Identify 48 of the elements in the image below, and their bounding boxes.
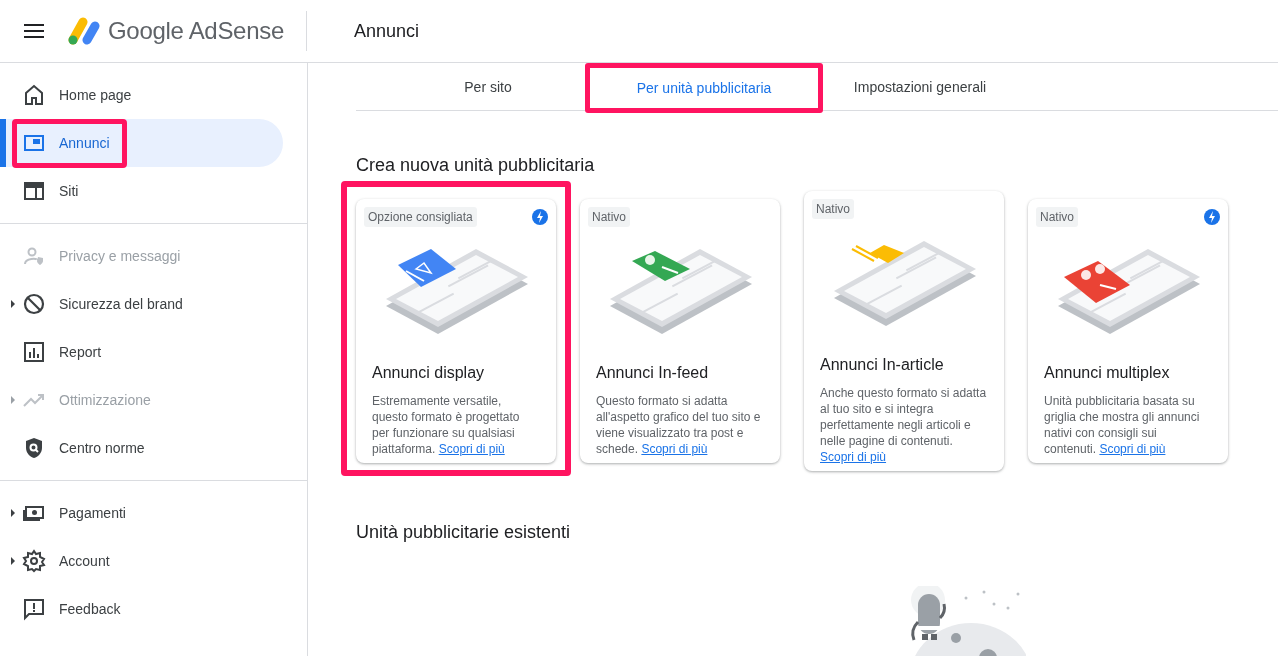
caret-icon: [11, 396, 15, 404]
home-icon: [22, 83, 46, 107]
sidebar-item[interactable]: Sicurezza del brand: [0, 280, 283, 328]
format-tag: Nativo: [588, 207, 630, 227]
card-description: Anche questo formato si adatta al tuo sito e si integra perfettamente negli articoli e nelle pagine di contenuti. Scopri di più: [820, 385, 988, 465]
caret-icon: [11, 557, 15, 565]
card-title: Annunci multiplex: [1044, 363, 1171, 383]
format-tag: Opzione consigliata: [364, 207, 477, 227]
learn-more-link[interactable]: Scopri di più: [438, 442, 505, 456]
tab[interactable]: Per unità pubblicitaria: [585, 63, 823, 113]
card-description: Estremamente versatile, questo formato è progettato per funzionare su qualsiasi piattaforma. Scopri di più: [372, 393, 521, 457]
section-heading: Unità pubblicitarie esistenti: [356, 521, 572, 544]
format-tag: Nativo: [1036, 207, 1078, 227]
learn-more-link[interactable]: Scopri di più: [820, 450, 887, 464]
sidebar-item[interactable]: Account: [0, 537, 283, 585]
ad-format-card[interactable]: Nativo Annunci In-article Anche questo formato si adatta al tuo sito e si integra perfettamente negli articoli e nelle pagine di contenuti. Scopri di più: [804, 191, 1004, 471]
sidebar-item[interactable]: Annunci: [0, 119, 283, 167]
sidebar-item[interactable]: Report: [0, 328, 283, 376]
prohibited-icon: [22, 292, 46, 316]
format-tag: Nativo: [812, 199, 854, 219]
card-title: Annunci display: [372, 363, 486, 383]
menu-icon[interactable]: [24, 24, 44, 38]
card-title: Annunci In-article: [820, 355, 945, 375]
ad-format-card[interactable]: Nativo Annunci In-feed Questo formato si adatta all'aspetto grafico del tuo sito e viene visualizzato tra post e schede. Scopri di più: [580, 199, 780, 463]
sidebar-item[interactable]: Centro norme: [0, 424, 283, 472]
learn-more-link[interactable]: Scopri di più: [1099, 442, 1166, 456]
page-title: Annunci: [353, 19, 419, 43]
bar-chart-icon: [22, 340, 46, 364]
logo-icon: [66, 16, 100, 46]
settings-icon: [22, 549, 46, 573]
card-description: Questo formato si adatta all'aspetto grafico del tuo sito e viene visualizzato tra post e schede. Scopri di più: [596, 393, 762, 457]
sidebar-item[interactable]: Siti: [0, 167, 283, 215]
learn-more-link[interactable]: Scopri di più: [641, 442, 708, 456]
lightning-icon: [1204, 207, 1220, 225]
brand-name: Google AdSense: [108, 16, 284, 46]
layout-icon: [22, 179, 46, 203]
sidebar-item[interactable]: Pagamenti: [0, 489, 283, 537]
caret-icon: [11, 509, 15, 517]
section-heading: Crea nuova unità pubblicitaria: [356, 154, 596, 177]
feedback-icon: [22, 597, 46, 621]
sidebar-item[interactable]: Feedback: [0, 585, 283, 633]
caret-icon: [11, 300, 15, 308]
card-title: Annunci In-feed: [596, 363, 710, 383]
card-description: Unità pubblicitaria basata su griglia che mostra gli annunci nativi con consigli sui contenuti. Scopri di più: [1044, 393, 1201, 457]
ad-format-card[interactable]: Nativo Annunci multiplex Unità pubblicitaria basata su griglia che mostra gli annunci nativi con consigli sui contenuti. Scopri di più: [1028, 199, 1228, 463]
ad-format-card[interactable]: Opzione consigliata Annunci display Estremamente versatile, questo formato è progettato per funzionare su qualsiasi piattaforma. Scopri di più: [356, 199, 556, 463]
sidebar-item[interactable]: Home page: [0, 71, 283, 119]
lightning-icon: [532, 207, 548, 225]
